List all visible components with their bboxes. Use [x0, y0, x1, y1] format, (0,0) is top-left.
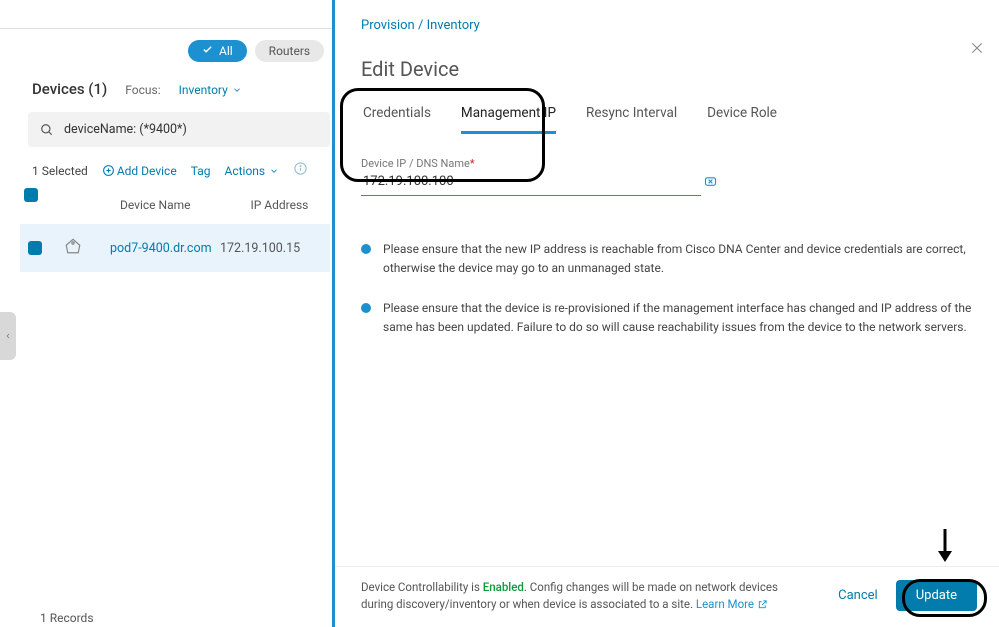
notice-1: Please ensure that the new IP address is… — [361, 240, 973, 277]
external-link-icon — [757, 599, 768, 610]
chevron-down-icon — [232, 85, 242, 95]
devices-heading: Devices (1) — [32, 80, 107, 98]
device-ip: 172.19.100.15 — [220, 241, 300, 256]
search-input[interactable]: deviceName: (*9400*) — [28, 112, 330, 147]
filter-pill-all[interactable]: All — [188, 40, 247, 62]
chevron-left-icon — [4, 330, 12, 342]
search-icon — [40, 123, 54, 137]
panel-breadcrumb[interactable]: Provision / Inventory — [361, 18, 973, 33]
tag-icon[interactable] — [64, 237, 86, 259]
panel-title: Edit Device — [361, 57, 973, 81]
records-footer: 1 Records — [40, 611, 94, 625]
plus-circle-icon — [102, 164, 115, 177]
chevron-down-icon — [269, 166, 279, 176]
bullet-icon — [361, 303, 371, 313]
learn-more-link[interactable]: Learn More — [696, 597, 768, 611]
row-checkbox[interactable] — [28, 241, 42, 255]
filter-pill-all-label: All — [219, 44, 233, 58]
field-label: Device IP / DNS Name* — [361, 157, 973, 170]
tab-device-role[interactable]: Device Role — [707, 105, 777, 134]
footer-text: Device Controllability is Enabled. Confi… — [361, 579, 801, 614]
guide-arrow — [933, 527, 957, 567]
device-name-link[interactable]: pod7-9400.dr.com — [110, 241, 220, 256]
notice-2: Please ensure that the device is re-prov… — [361, 299, 973, 336]
check-icon — [202, 44, 213, 58]
side-expand-tab[interactable] — [0, 312, 16, 360]
selected-count: 1 Selected — [32, 164, 88, 178]
info-icon[interactable] — [293, 161, 308, 180]
device-ip-input[interactable] — [361, 170, 701, 196]
actions-dropdown[interactable]: Actions — [224, 164, 279, 178]
focus-label: Focus: — [125, 83, 160, 97]
search-text: deviceName: (*9400*) — [64, 122, 187, 137]
bullet-icon — [361, 244, 371, 254]
tab-credentials[interactable]: Credentials — [363, 105, 431, 134]
update-button[interactable]: Update — [896, 580, 977, 611]
col-device-name[interactable]: Device Name — [120, 198, 191, 212]
focus-dropdown[interactable]: Inventory — [179, 83, 242, 97]
clear-input-icon[interactable] — [703, 174, 718, 193]
tag-button[interactable]: Tag — [191, 164, 211, 178]
add-device-button[interactable]: Add Device — [102, 164, 177, 178]
tab-management-ip[interactable]: Management IP — [461, 105, 556, 134]
header-checkbox[interactable] — [24, 188, 38, 202]
col-ip-address[interactable]: IP Address — [251, 198, 309, 212]
edit-device-panel: Provision / Inventory Edit Device Creden… — [332, 0, 999, 627]
filter-pill-routers[interactable]: Routers — [255, 40, 324, 62]
tab-resync-interval[interactable]: Resync Interval — [586, 105, 677, 134]
cancel-button[interactable]: Cancel — [838, 588, 878, 603]
close-icon[interactable] — [969, 40, 985, 60]
table-row[interactable]: pod7-9400.dr.com 172.19.100.15 — [20, 224, 330, 272]
